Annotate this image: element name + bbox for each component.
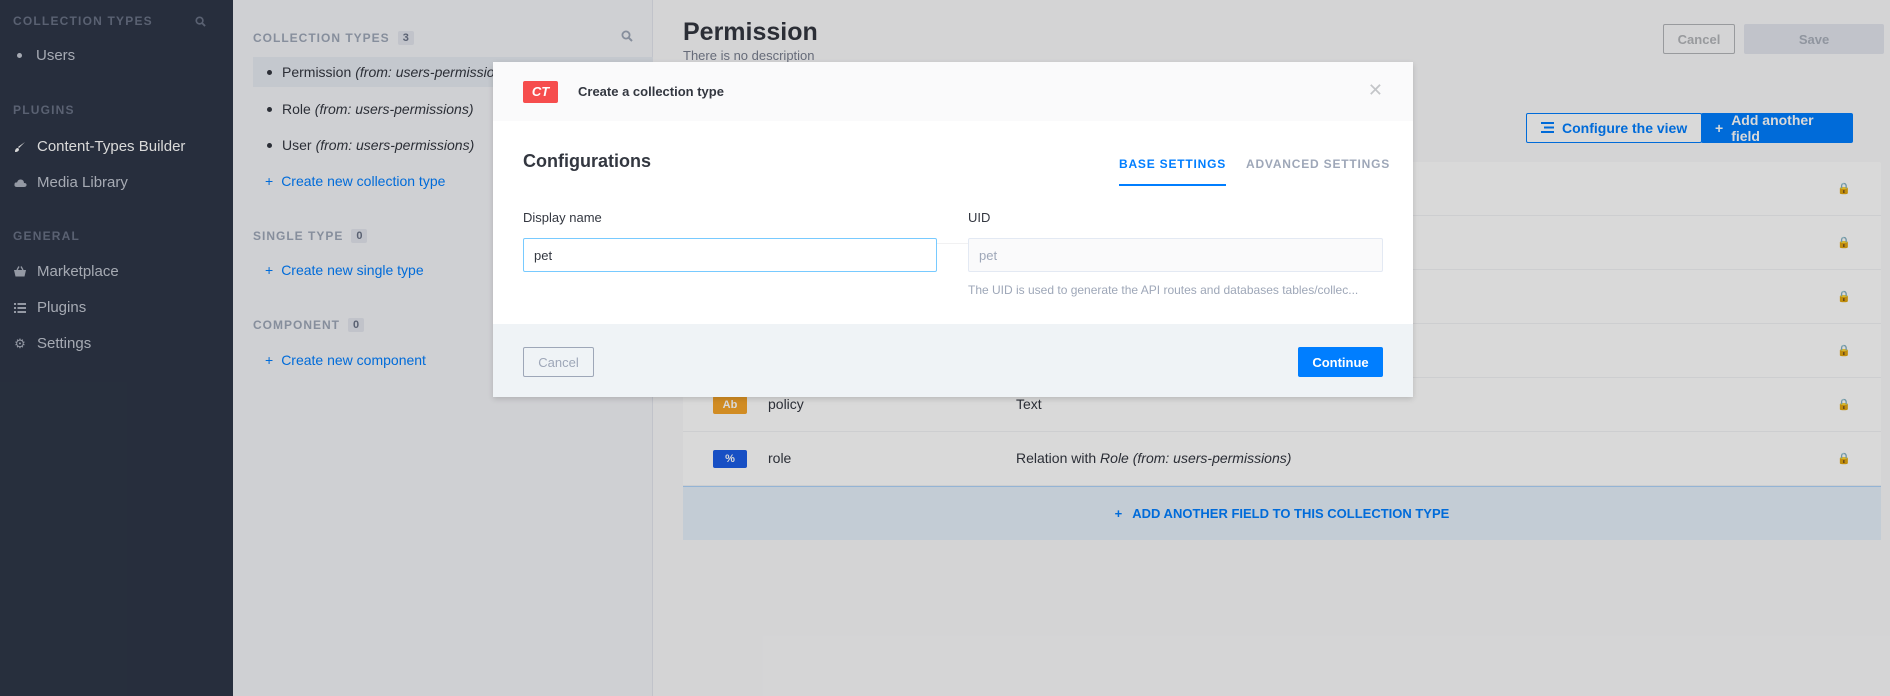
modal-header: CT Create a collection type ✕ — [493, 62, 1413, 121]
uid-input[interactable]: pet — [968, 238, 1383, 272]
configurations-title: Configurations — [523, 151, 651, 171]
continue-button[interactable]: Continue — [1298, 347, 1383, 377]
collection-type-badge: CT — [523, 80, 558, 103]
modal-footer: Cancel Continue — [493, 324, 1413, 397]
close-icon[interactable]: ✕ — [1368, 80, 1383, 101]
cancel-button[interactable]: Cancel — [523, 347, 594, 377]
create-collection-type-modal: CT Create a collection type ✕ Configurat… — [493, 62, 1413, 397]
display-name-input[interactable]: pet — [523, 238, 937, 272]
modal-title: Create a collection type — [578, 84, 724, 99]
uid-help-text: The UID is used to generate the API rout… — [968, 283, 1359, 297]
uid-label: UID — [968, 210, 991, 225]
display-name-label: Display name — [523, 210, 602, 225]
tab-advanced-settings[interactable]: ADVANCED SETTINGS — [1246, 157, 1390, 184]
tab-base-settings[interactable]: BASE SETTINGS — [1119, 157, 1227, 186]
